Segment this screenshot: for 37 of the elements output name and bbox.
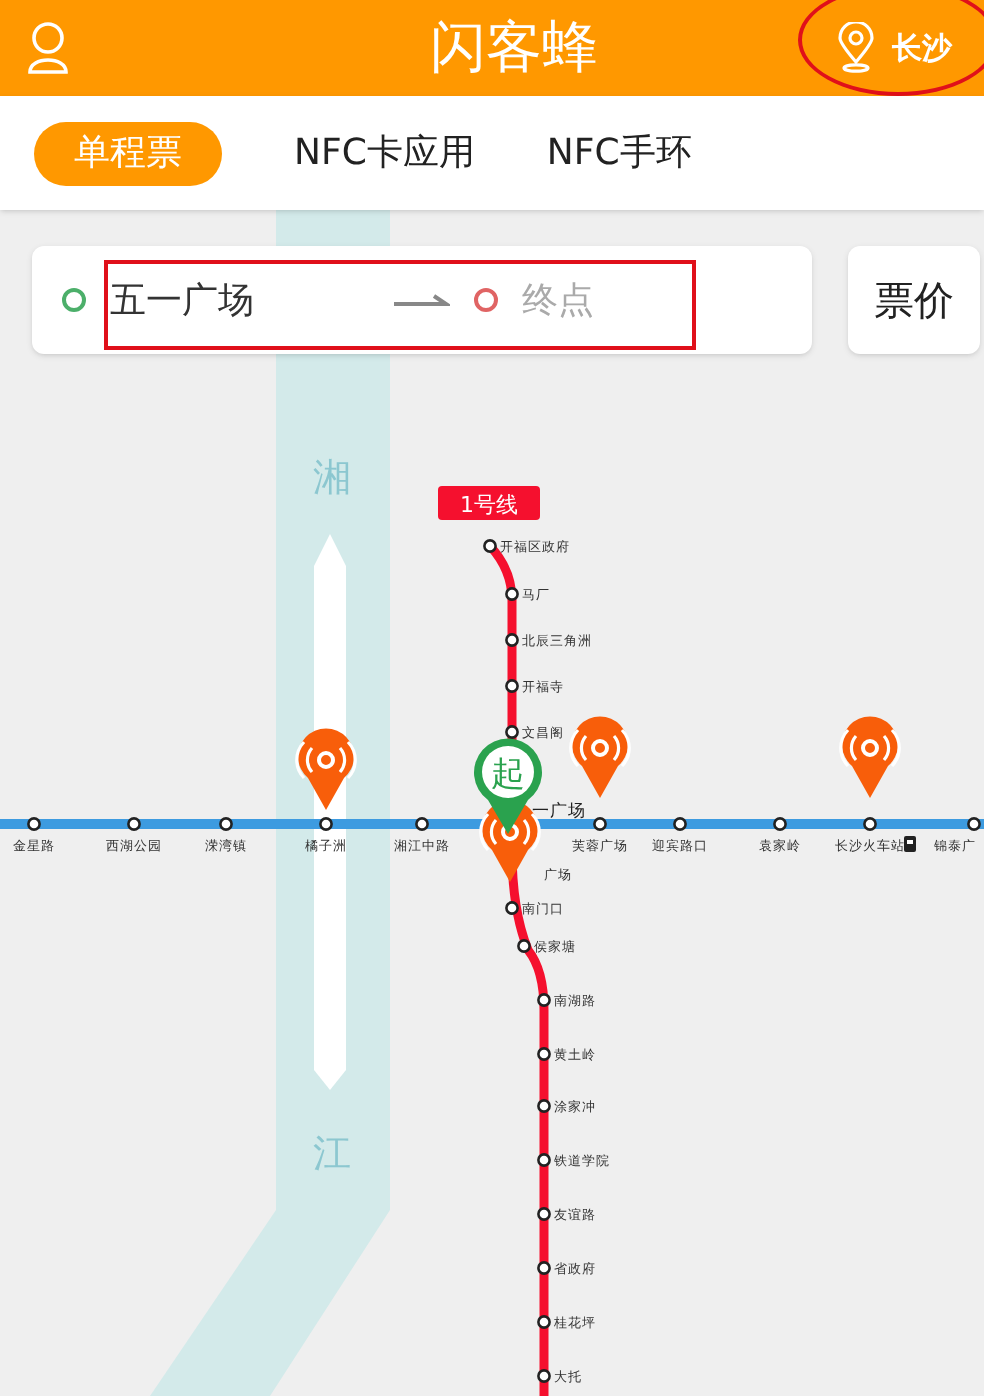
station-dot[interactable] <box>505 725 519 739</box>
station-dot[interactable] <box>863 817 877 831</box>
station-dot[interactable] <box>517 939 531 953</box>
station-dot[interactable] <box>505 633 519 647</box>
station-dot[interactable] <box>483 539 497 553</box>
station-dot[interactable] <box>593 817 607 831</box>
station-dot[interactable] <box>415 817 429 831</box>
station-dot[interactable] <box>27 817 41 831</box>
origin-field[interactable]: 五一广场 <box>110 273 370 327</box>
station-dot[interactable] <box>673 817 687 831</box>
station-dot[interactable] <box>219 817 233 831</box>
station-dot[interactable] <box>127 817 141 831</box>
station-dot[interactable] <box>505 587 519 601</box>
station-dot[interactable] <box>537 1153 551 1167</box>
train-icon <box>904 836 916 852</box>
station-dot[interactable] <box>537 1261 551 1275</box>
signal-pin-icon[interactable] <box>569 716 631 798</box>
river-label: 湘 <box>313 456 351 500</box>
station-dot[interactable] <box>537 1099 551 1113</box>
fare-button[interactable]: 票价 <box>848 246 980 354</box>
station-dot[interactable] <box>505 679 519 693</box>
location-pin-icon <box>836 22 876 74</box>
app-title: 闪客蜂 <box>430 12 598 84</box>
station-dot[interactable] <box>505 901 519 915</box>
river-label: 江 <box>313 1132 351 1176</box>
station-dot[interactable] <box>537 1047 551 1061</box>
line-badge[interactable]: 1号线 <box>438 486 540 520</box>
station-dot[interactable] <box>537 1369 551 1383</box>
station-dot[interactable] <box>537 993 551 1007</box>
station-dot[interactable] <box>967 817 981 831</box>
tab[interactable]: NFC手环 <box>546 121 692 185</box>
station-dot[interactable] <box>537 1207 551 1221</box>
tab[interactable]: NFC卡应用 <box>294 121 475 185</box>
station-dot[interactable] <box>319 817 333 831</box>
signal-pin-icon[interactable] <box>839 716 901 798</box>
station-dot[interactable] <box>537 1315 551 1329</box>
station-dot[interactable] <box>773 817 787 831</box>
